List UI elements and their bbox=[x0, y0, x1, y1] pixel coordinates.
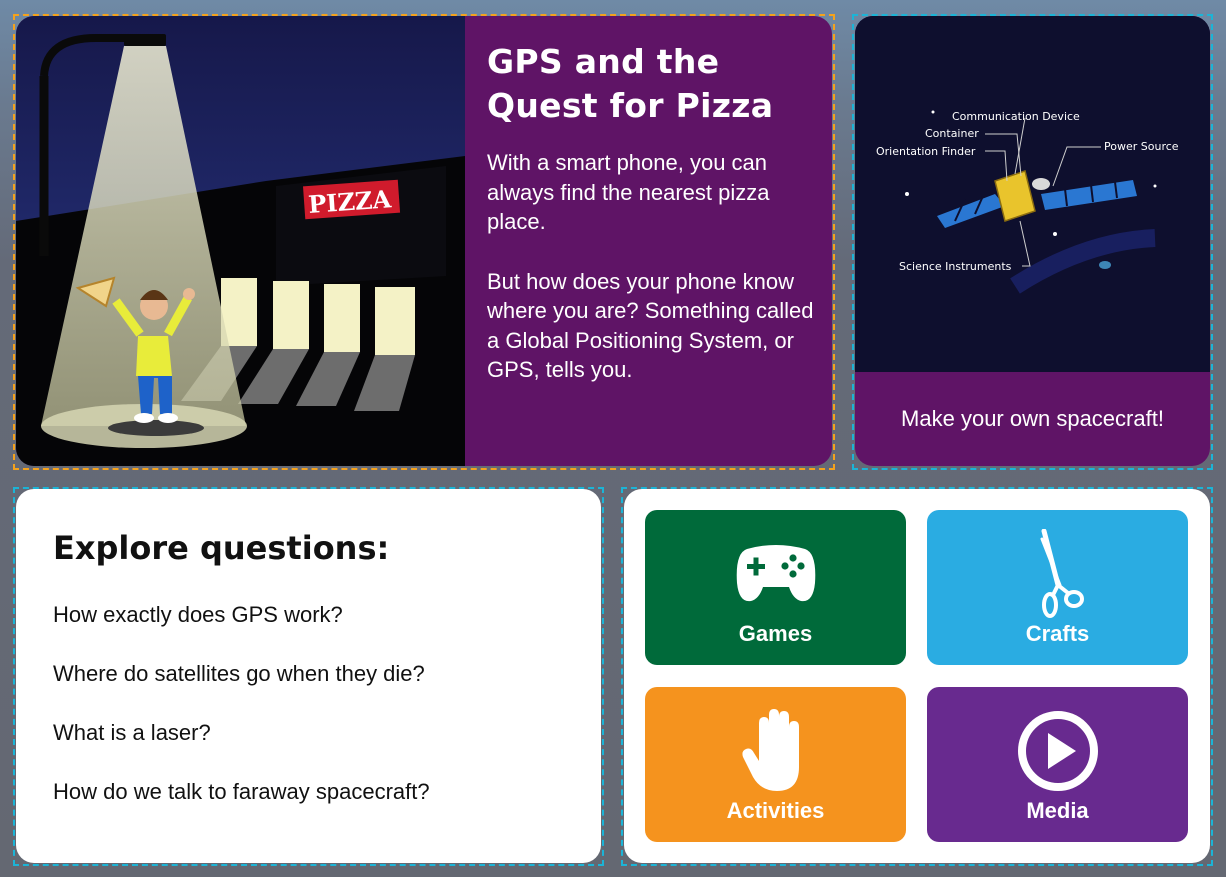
spacecraft-card[interactable]: Communication Device Container Orientati… bbox=[855, 16, 1210, 466]
question-link[interactable]: How do we talk to faraway spacecraft? bbox=[53, 779, 430, 838]
media-button[interactable]: Media bbox=[927, 687, 1188, 842]
hand-icon bbox=[741, 709, 799, 791]
gps-pizza-feature-card[interactable]: PIZZA GPS and the Quest for Pizza With a … bbox=[16, 16, 832, 466]
gamepad-icon bbox=[736, 545, 815, 602]
label-power-source: Power Source bbox=[1104, 140, 1179, 153]
games-label: Games bbox=[738, 621, 813, 646]
feature-paragraph-2: But how does your phone know where you a… bbox=[487, 268, 814, 383]
feature-paragraph-1: With a smart phone, you can always find … bbox=[487, 150, 770, 234]
crafts-label: Crafts bbox=[1025, 621, 1090, 646]
activities-label: Activities bbox=[726, 798, 825, 823]
feature-title: GPS and the Quest for Pizza bbox=[487, 40, 817, 128]
pizza-streetlight-illustration: PIZZA bbox=[16, 16, 465, 466]
spacecraft-caption[interactable]: Make your own spacecraft! bbox=[855, 372, 1210, 466]
question-link[interactable]: Where do satellites go when they die? bbox=[53, 661, 430, 720]
pizza-sign-text: PIZZA bbox=[307, 184, 392, 219]
label-communication-device: Communication Device bbox=[952, 110, 1080, 123]
label-container: Container bbox=[925, 127, 979, 140]
media-label: Media bbox=[1026, 798, 1089, 823]
activities-button[interactable]: Activities bbox=[645, 687, 906, 842]
label-orientation-finder: Orientation Finder bbox=[876, 145, 976, 158]
explore-heading: Explore questions: bbox=[53, 529, 390, 567]
play-icon bbox=[1017, 711, 1098, 791]
crafts-button[interactable]: Crafts bbox=[927, 510, 1188, 665]
category-menu-card: Games Crafts Activities Media bbox=[624, 489, 1210, 863]
question-link[interactable]: What is a laser? bbox=[53, 720, 430, 779]
explore-questions-card: Explore questions: How exactly does GPS … bbox=[16, 489, 601, 863]
question-link[interactable]: How exactly does GPS work? bbox=[53, 602, 430, 661]
question-list: How exactly does GPS work? Where do sate… bbox=[53, 602, 430, 838]
feature-title-line2: Quest for Pizza bbox=[487, 86, 774, 125]
feature-title-line1: GPS and the bbox=[487, 42, 720, 81]
games-button[interactable]: Games bbox=[645, 510, 906, 665]
spacecraft-diagram: Communication Device Container Orientati… bbox=[855, 16, 1210, 372]
label-science-instruments: Science Instruments bbox=[899, 260, 1012, 273]
scissors-icon bbox=[1040, 529, 1084, 618]
